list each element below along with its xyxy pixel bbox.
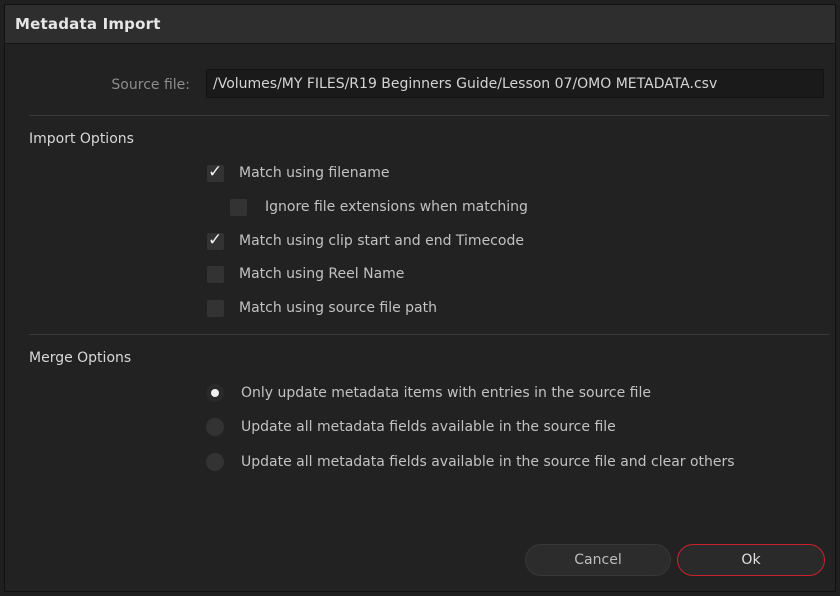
match-filename-label: Match using filename bbox=[239, 165, 390, 181]
match-reel-name-option[interactable]: Match using Reel Name bbox=[207, 264, 404, 284]
match-source-path-option[interactable]: Match using source file path bbox=[207, 298, 437, 318]
source-file-field[interactable]: /Volumes/MY FILES/R19 Beginners Guide/Le… bbox=[206, 69, 824, 98]
match-source-path-checkbox[interactable] bbox=[207, 299, 224, 317]
match-timecode-label: Match using clip start and end Timecode bbox=[239, 233, 524, 249]
merge-options-title: Merge Options bbox=[29, 350, 132, 366]
source-file-label: Source file: bbox=[111, 77, 190, 93]
dialog-title: Metadata Import bbox=[15, 15, 161, 33]
match-timecode-option[interactable]: ✓ Match using clip start and end Timecod… bbox=[207, 229, 524, 251]
radio-icon[interactable] bbox=[206, 418, 224, 436]
title-bar[interactable]: Metadata Import bbox=[5, 5, 835, 44]
merge-option-label: Update all metadata fields available in … bbox=[241, 454, 735, 470]
merge-option-update-all[interactable]: Update all metadata fields available in … bbox=[206, 417, 616, 437]
merge-option-label: Only update metadata items with entries … bbox=[241, 385, 652, 401]
checkmark-icon: ✓ bbox=[208, 161, 223, 182]
match-filename-option[interactable]: ✓ Match using filename bbox=[207, 161, 390, 183]
radio-selected-icon[interactable] bbox=[206, 384, 224, 402]
match-timecode-checkbox[interactable]: ✓ bbox=[207, 229, 224, 250]
match-reel-name-checkbox[interactable] bbox=[207, 265, 224, 283]
divider bbox=[29, 334, 829, 335]
merge-option-update-all-clear[interactable]: Update all metadata fields available in … bbox=[206, 452, 735, 472]
ignore-extensions-checkbox[interactable] bbox=[230, 198, 247, 216]
divider bbox=[29, 115, 829, 116]
ignore-extensions-option[interactable]: Ignore file extensions when matching bbox=[230, 197, 528, 217]
merge-option-only-update[interactable]: Only update metadata items with entries … bbox=[206, 383, 651, 403]
cancel-button[interactable]: Cancel bbox=[525, 544, 671, 576]
metadata-import-dialog: Metadata Import Source file: /Volumes/MY… bbox=[4, 4, 836, 592]
checkmark-icon: ✓ bbox=[208, 229, 223, 250]
match-filename-checkbox[interactable]: ✓ bbox=[207, 161, 224, 182]
match-reel-name-label: Match using Reel Name bbox=[239, 266, 405, 282]
radio-icon[interactable] bbox=[206, 453, 224, 471]
ok-button[interactable]: Ok bbox=[677, 544, 825, 576]
match-source-path-label: Match using source file path bbox=[239, 300, 437, 316]
import-options-title: Import Options bbox=[29, 131, 134, 147]
merge-option-label: Update all metadata fields available in … bbox=[241, 419, 616, 435]
ignore-extensions-label: Ignore file extensions when matching bbox=[265, 199, 528, 215]
